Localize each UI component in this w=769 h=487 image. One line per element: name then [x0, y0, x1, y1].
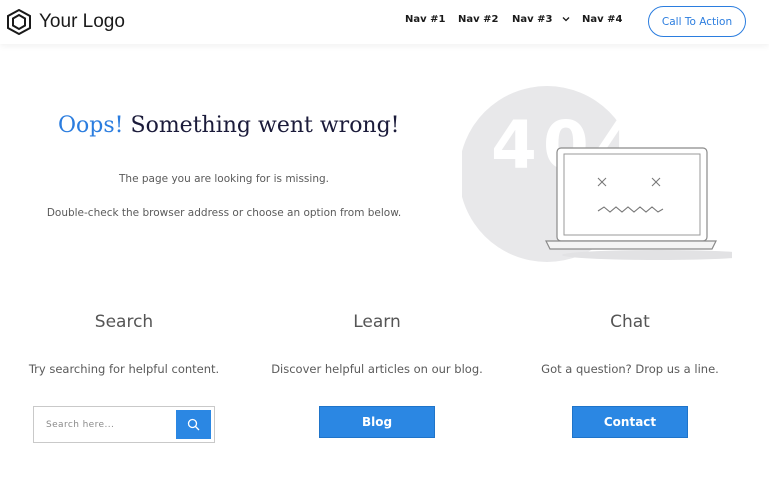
logo[interactable]: Your Logo	[7, 9, 125, 35]
page-title: Oops! Something went wrong!	[58, 113, 400, 138]
broken-laptop-404-illustration: 404	[462, 86, 732, 262]
missing-page-message: The page you are looking for is missing.	[119, 173, 329, 185]
nav-item-1[interactable]: Nav #1	[405, 14, 445, 25]
hexagon-logo-icon	[7, 9, 31, 35]
search-title: Search	[94, 312, 154, 332]
learn-description: Discover helpful articles on our blog.	[271, 362, 483, 376]
search-description: Try searching for helpful content.	[28, 362, 220, 376]
search-button[interactable]	[176, 410, 211, 439]
nav-item-2[interactable]: Nav #2	[458, 14, 498, 25]
search-input[interactable]	[35, 408, 175, 441]
logo-text: Your Logo	[39, 11, 125, 32]
nav-item-4[interactable]: Nav #4	[582, 14, 622, 25]
nav-item-3-label: Nav #3	[512, 14, 553, 25]
site-header: Your Logo Nav #1 Nav #2 Nav #3 Nav #4 Ca…	[0, 0, 769, 44]
search-icon	[187, 418, 200, 431]
nav-item-3[interactable]: Nav #3	[512, 14, 570, 25]
instruction-message: Double-check the browser address or choo…	[46, 207, 402, 219]
contact-button[interactable]: Contact	[572, 406, 688, 438]
call-to-action-button[interactable]: Call To Action	[648, 6, 746, 37]
blog-button[interactable]: Blog	[319, 406, 435, 438]
laptop-base	[545, 240, 717, 250]
page-title-accent: Oops!	[58, 113, 124, 138]
chat-description: Got a question? Drop us a line.	[541, 362, 719, 376]
page-title-rest: Something went wrong!	[130, 113, 400, 138]
learn-title: Learn	[353, 312, 401, 332]
chevron-down-icon	[562, 17, 570, 22]
search-form	[33, 406, 215, 443]
chat-title: Chat	[610, 312, 650, 332]
laptop-display	[563, 153, 701, 236]
